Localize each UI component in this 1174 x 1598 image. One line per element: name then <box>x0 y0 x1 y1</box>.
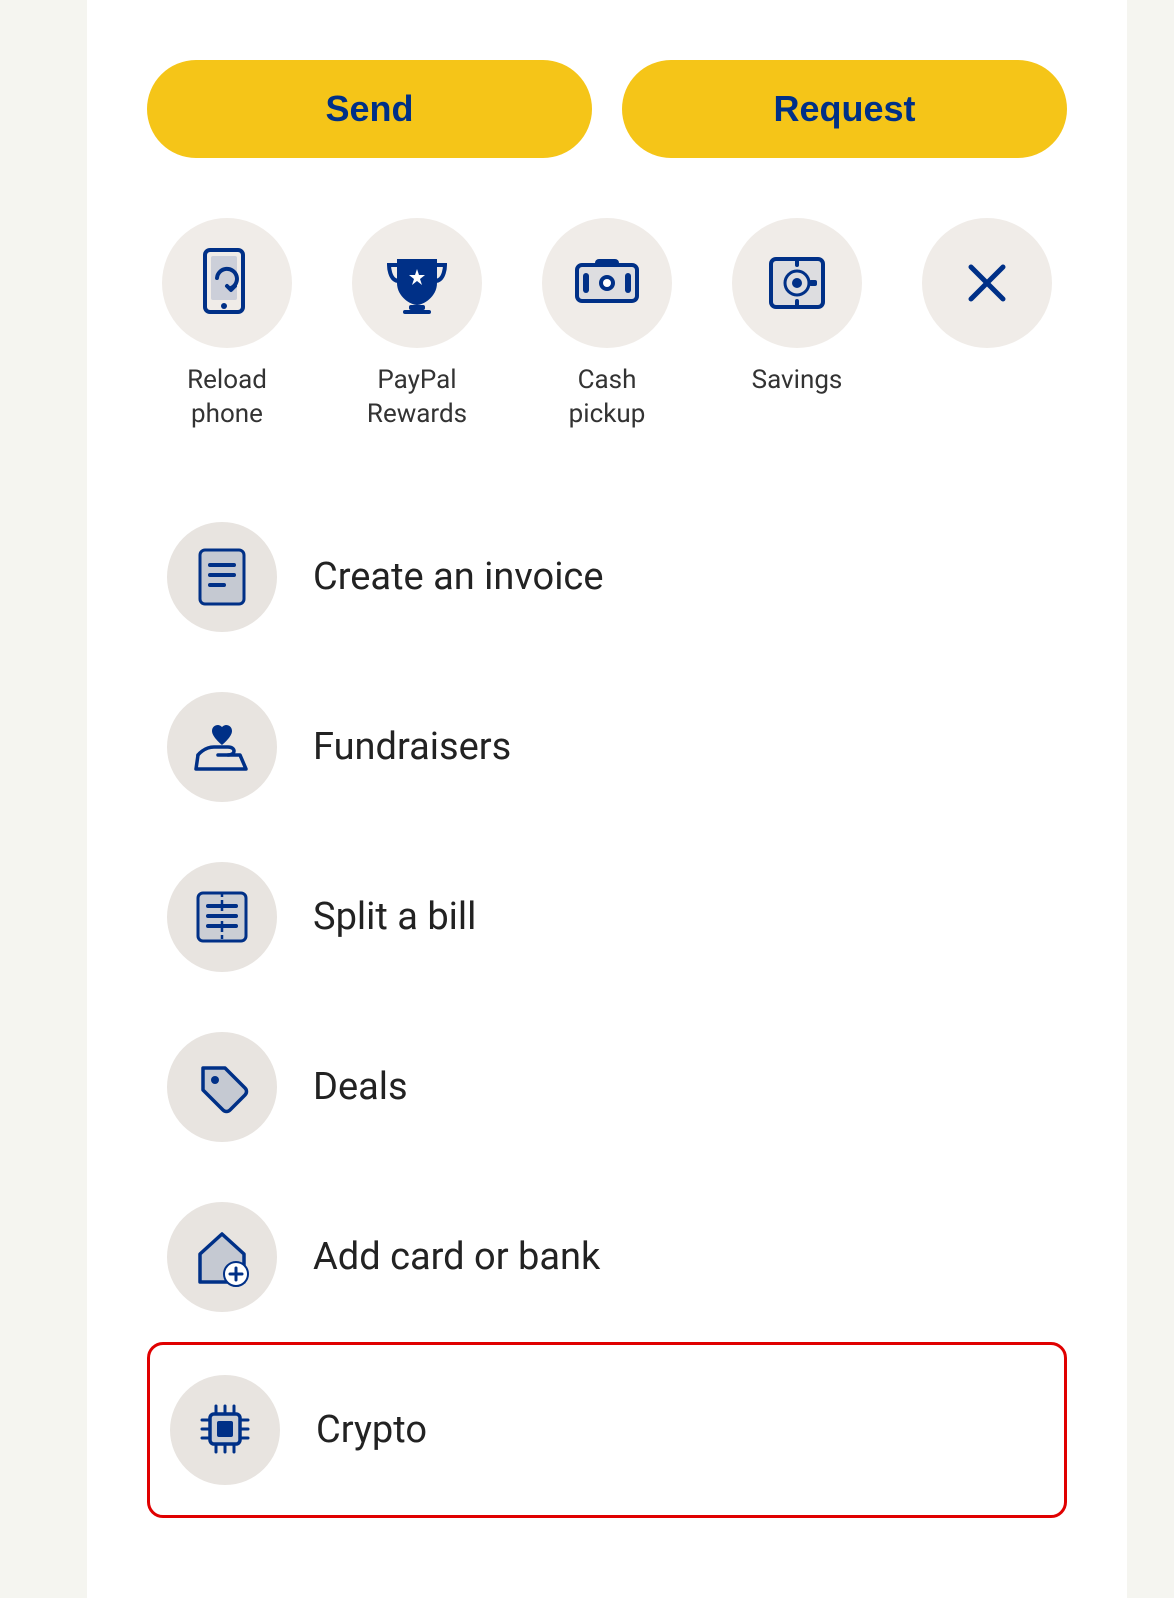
request-button[interactable]: Request <box>622 60 1067 158</box>
deals-icon-circle <box>167 1032 277 1142</box>
send-button[interactable]: Send <box>147 60 592 158</box>
quick-actions-row: Reloadphone PayPalRewards <box>147 218 1067 432</box>
close-icon <box>961 257 1013 309</box>
savings-circle <box>732 218 862 348</box>
crypto-icon-circle <box>170 1375 280 1485</box>
invoice-icon-circle <box>167 522 277 632</box>
add-card-icon <box>190 1226 254 1288</box>
split-bill-label: Split a bill <box>313 895 476 939</box>
quick-action-close[interactable] <box>907 218 1067 364</box>
list-item-add-card-bank[interactable]: Add card or bank <box>147 1172 1067 1342</box>
split-bill-icon <box>193 888 251 946</box>
create-invoice-label: Create an invoice <box>313 555 603 599</box>
reload-phone-label: Reloadphone <box>187 364 267 432</box>
quick-action-cash-pickup[interactable]: Cashpickup <box>527 218 687 432</box>
list-item-split-bill[interactable]: Split a bill <box>147 832 1067 1002</box>
app-container: Send Request Reloadphone <box>87 0 1127 1598</box>
invoice-icon <box>195 547 249 607</box>
paypal-rewards-circle <box>352 218 482 348</box>
close-circle <box>922 218 1052 348</box>
list-item-deals[interactable]: Deals <box>147 1002 1067 1172</box>
add-card-icon-circle <box>167 1202 277 1312</box>
list-item-crypto[interactable]: Crypto <box>147 1342 1067 1518</box>
paypal-rewards-label: PayPalRewards <box>367 364 467 432</box>
cash-pickup-circle <box>542 218 672 348</box>
crypto-label: Crypto <box>316 1408 427 1452</box>
quick-action-reload-phone[interactable]: Reloadphone <box>147 218 307 432</box>
trophy-icon <box>385 251 449 315</box>
fundraisers-icon <box>190 717 254 777</box>
add-card-bank-label: Add card or bank <box>313 1235 600 1279</box>
top-buttons: Send Request <box>147 60 1067 158</box>
deals-icon <box>193 1058 251 1116</box>
split-bill-icon-circle <box>167 862 277 972</box>
list-item-fundraisers[interactable]: Fundraisers <box>147 662 1067 832</box>
phone-reload-icon <box>197 248 257 318</box>
reload-phone-circle <box>162 218 292 348</box>
cash-pickup-label: Cashpickup <box>569 364 646 432</box>
fundraisers-icon-circle <box>167 692 277 802</box>
list-section: Create an invoice Fundraisers <box>147 492 1067 1518</box>
savings-icon <box>765 251 829 315</box>
deals-label: Deals <box>313 1065 408 1109</box>
fundraisers-label: Fundraisers <box>313 725 511 769</box>
quick-action-savings[interactable]: Savings <box>717 218 877 398</box>
quick-action-paypal-rewards[interactable]: PayPalRewards <box>337 218 497 432</box>
list-item-create-invoice[interactable]: Create an invoice <box>147 492 1067 662</box>
crypto-icon <box>196 1400 254 1460</box>
savings-label: Savings <box>752 364 843 398</box>
cash-pickup-icon <box>573 255 641 311</box>
